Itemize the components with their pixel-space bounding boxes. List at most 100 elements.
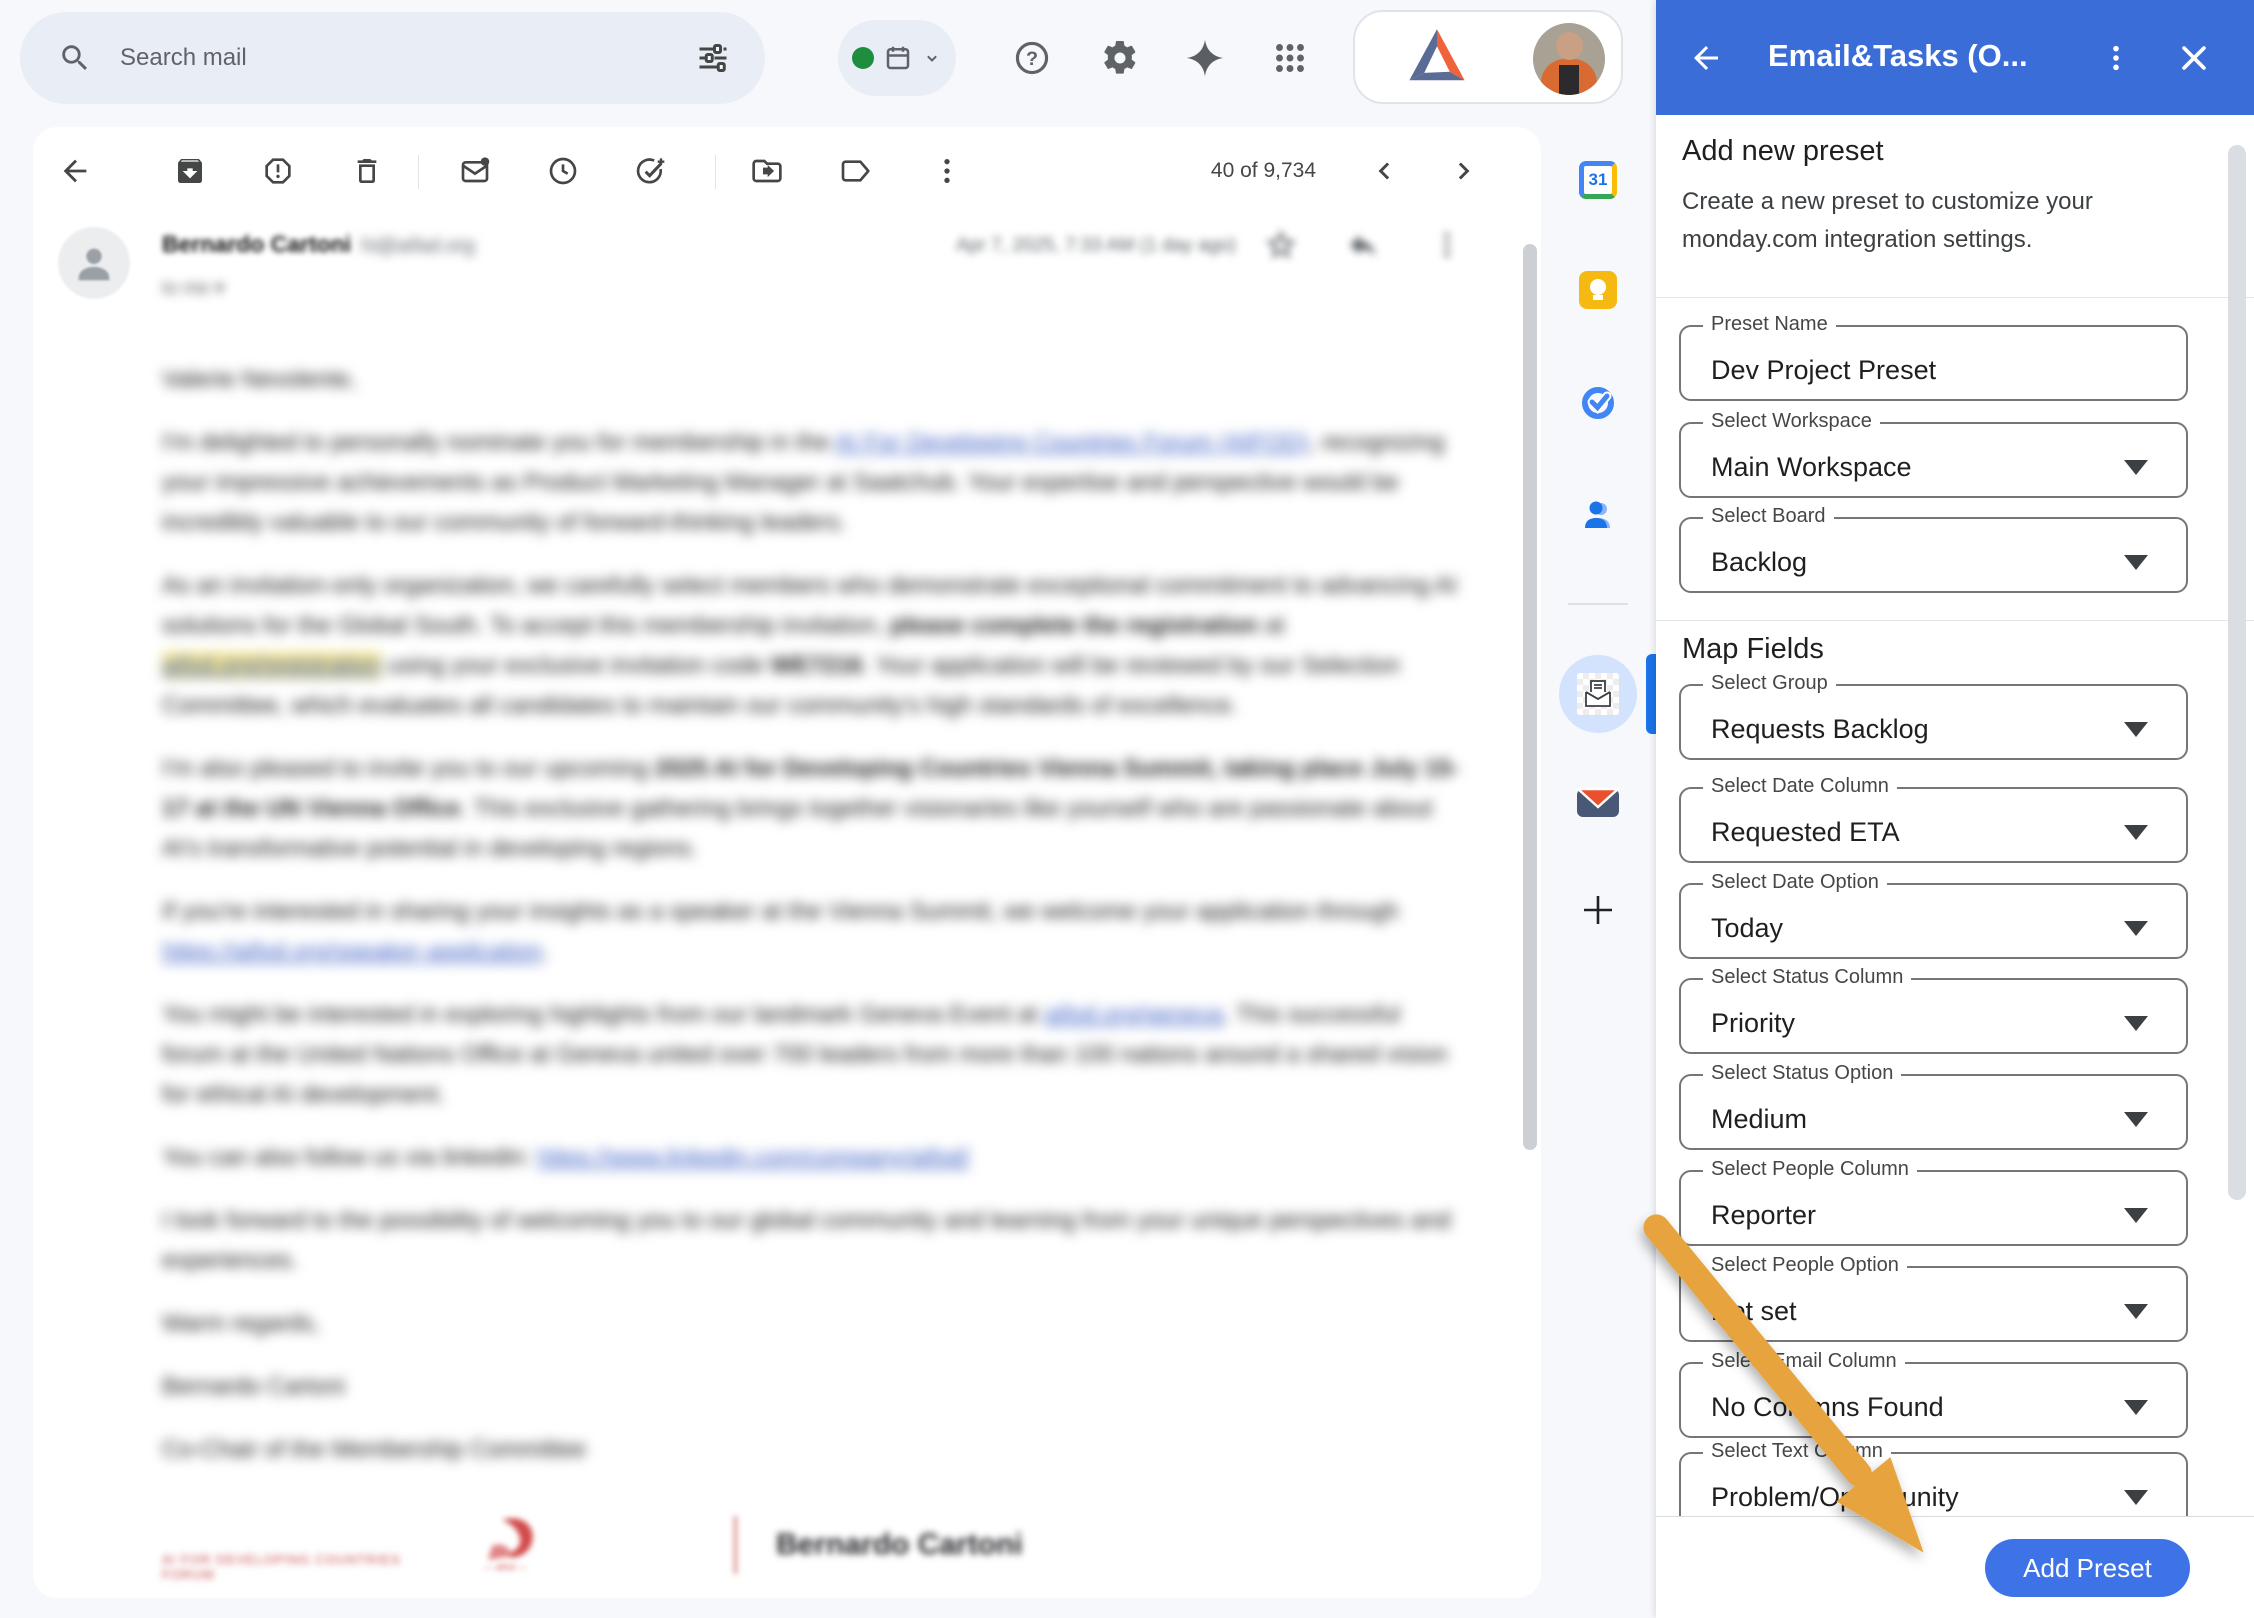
map-fields-title: Map Fields: [1682, 633, 1824, 666]
field-value: Today: [1711, 913, 1783, 944]
apps-grid-icon[interactable]: [1260, 28, 1320, 88]
recipient-line[interactable]: to me ▾: [162, 277, 224, 300]
field-label: Select Board: [1703, 505, 1834, 528]
settings-gear-icon[interactable]: [1090, 28, 1150, 88]
field-label: Select Group: [1703, 672, 1836, 695]
search-filters-icon[interactable]: [695, 40, 731, 76]
email-tasks-addon-icon[interactable]: [1577, 673, 1619, 715]
toolbar-divider: [418, 155, 419, 189]
field-label: Select Workspace: [1703, 410, 1880, 433]
chevron-down-icon: [922, 48, 942, 68]
email-paragraph: As an invitation-only organization, we c…: [162, 566, 1462, 726]
email-link[interactable]: aifod.org/geneva: [1044, 1001, 1223, 1028]
field-value: Requested ETA: [1711, 817, 1900, 848]
dropdown-caret-icon: [2124, 460, 2148, 475]
field-select-status-option[interactable]: Select Status OptionMedium: [1679, 1074, 2188, 1150]
email-body: Valerie Nevolente,I'm delighted to perso…: [162, 360, 1462, 1582]
field-label: Select People Column: [1703, 1158, 1917, 1181]
field-value: Priority: [1711, 1008, 1795, 1039]
field-select-status-column[interactable]: Select Status ColumnPriority: [1679, 978, 2188, 1054]
google-contacts-icon[interactable]: [1579, 496, 1617, 534]
get-addons-plus-icon[interactable]: [1581, 893, 1615, 927]
email-scrollbar-thumb[interactable]: [1523, 244, 1537, 1150]
email-link[interactable]: https://aifod.org/speaker-application: [162, 938, 542, 965]
gmail-top-bar: Search mail ?: [0, 0, 1656, 115]
newer-email-chevron[interactable]: [1363, 149, 1407, 193]
field-value: Requests Backlog: [1711, 714, 1929, 745]
workspace-account-box[interactable]: [1353, 10, 1623, 104]
email-view-card: 40 of 9,734 Bernardo Cartonihi@aifad.org…: [33, 127, 1541, 1598]
email-signature: AI FOR DEVELOPING COUNTRIES FORUM — aifo…: [162, 1512, 1462, 1582]
field-select-workspace[interactable]: Select WorkspaceMain Workspace: [1679, 422, 2188, 498]
field-value: Medium: [1711, 1104, 1807, 1135]
mail-addon-icon[interactable]: [1577, 785, 1619, 819]
snooze-clock-icon[interactable]: [541, 149, 585, 193]
field-select-board[interactable]: Select BoardBacklog: [1679, 517, 2188, 593]
field-select-date-column[interactable]: Select Date ColumnRequested ETA: [1679, 787, 2188, 863]
addon-close-icon[interactable]: [2174, 38, 2214, 78]
reply-icon[interactable]: [1341, 223, 1385, 267]
email-paragraph: You can also follow us via linkedin: htt…: [162, 1138, 1462, 1178]
field-preset-name[interactable]: Preset NameDev Project Preset: [1679, 325, 2188, 401]
star-icon[interactable]: [1259, 223, 1303, 267]
field-value: Reporter: [1711, 1200, 1816, 1231]
signature-small-text: AI FOR DEVELOPING COUNTRIES FORUM: [162, 1552, 412, 1582]
delete-trash-icon[interactable]: [345, 149, 389, 193]
email-link[interactable]: https://www.linkedin.com/company/aifod/: [537, 1144, 969, 1171]
more-options-icon[interactable]: [925, 149, 969, 193]
field-label: Select Status Column: [1703, 966, 1911, 989]
google-keep-icon[interactable]: [1579, 271, 1617, 309]
active-addon-indicator: [1646, 654, 1656, 734]
gemini-sparkle-icon[interactable]: [1175, 28, 1235, 88]
report-spam-icon[interactable]: [256, 149, 300, 193]
add-preset-button[interactable]: Add Preset: [1985, 1539, 2190, 1597]
dropdown-caret-icon: [2124, 825, 2148, 840]
panel-section-description: Create a new preset to customize your mo…: [1682, 183, 2172, 259]
dropdown-caret-icon: [2124, 555, 2148, 570]
archive-icon[interactable]: [168, 149, 212, 193]
addon-back-arrow-icon[interactable]: [1686, 38, 1726, 78]
status-selector[interactable]: [838, 20, 956, 96]
text-segment: Warm regards,: [162, 1310, 320, 1337]
search-icon: [58, 41, 92, 75]
field-select-email-column[interactable]: Select Email ColumnNo Columns Found: [1679, 1362, 2188, 1438]
help-button[interactable]: ?: [1002, 28, 1062, 88]
toolbar-divider: [715, 155, 716, 189]
text-segment: I'm also pleased to invite you to our up…: [162, 755, 655, 782]
profile-avatar[interactable]: [1533, 23, 1605, 95]
field-label: Select People Option: [1703, 1254, 1907, 1277]
email-link[interactable]: AI For Developing Countries Forum (AIFOD…: [835, 429, 1308, 456]
text-segment: If you're interested in sharing your ins…: [162, 898, 1399, 925]
search-input[interactable]: Search mail: [20, 12, 765, 104]
field-select-group[interactable]: Select GroupRequests Backlog: [1679, 684, 2188, 760]
panel-scrollbar-thumb[interactable]: [2228, 145, 2246, 1200]
dropdown-caret-icon: [2124, 722, 2148, 737]
label-tag-icon[interactable]: [833, 149, 877, 193]
text-segment: Bernardo Cartoni: [162, 1373, 345, 1400]
field-select-people-option[interactable]: Select People OptionNot set: [1679, 1266, 2188, 1342]
highlighted-link[interactable]: aifod.org/registration: [162, 652, 381, 679]
status-calendar-icon: [883, 43, 913, 73]
older-email-chevron[interactable]: [1441, 149, 1485, 193]
move-to-folder-icon[interactable]: [745, 149, 789, 193]
signature-name: Bernardo Cartoni: [776, 1528, 1023, 1562]
mark-unread-icon[interactable]: [453, 149, 497, 193]
field-value: Not set: [1711, 1296, 1797, 1327]
back-arrow-icon[interactable]: [53, 149, 97, 193]
text-segment: please complete the registration: [890, 612, 1258, 639]
signature-logo-icon: — aifod —: [462, 1512, 602, 1574]
addon-more-icon[interactable]: [2096, 38, 2136, 78]
pagination-counter: 40 of 9,734: [1211, 159, 1316, 183]
sender-line: Bernardo Cartonihi@aifad.org: [162, 231, 475, 258]
google-tasks-icon[interactable]: [1579, 384, 1617, 422]
email-paragraph: Co-Chair of the Membership Committee: [162, 1430, 1462, 1470]
field-select-date-option[interactable]: Select Date OptionToday: [1679, 883, 2188, 959]
dropdown-caret-icon: [2124, 1400, 2148, 1415]
add-to-tasks-icon[interactable]: [629, 149, 673, 193]
sender-name: Bernardo Cartoni: [162, 231, 351, 257]
field-select-people-column[interactable]: Select People ColumnReporter: [1679, 1170, 2188, 1246]
google-calendar-icon[interactable]: 31: [1579, 161, 1617, 199]
message-more-icon[interactable]: [1425, 223, 1469, 267]
search-placeholder: Search mail: [120, 44, 247, 72]
svg-text:— aifod —: — aifod —: [484, 1562, 527, 1572]
